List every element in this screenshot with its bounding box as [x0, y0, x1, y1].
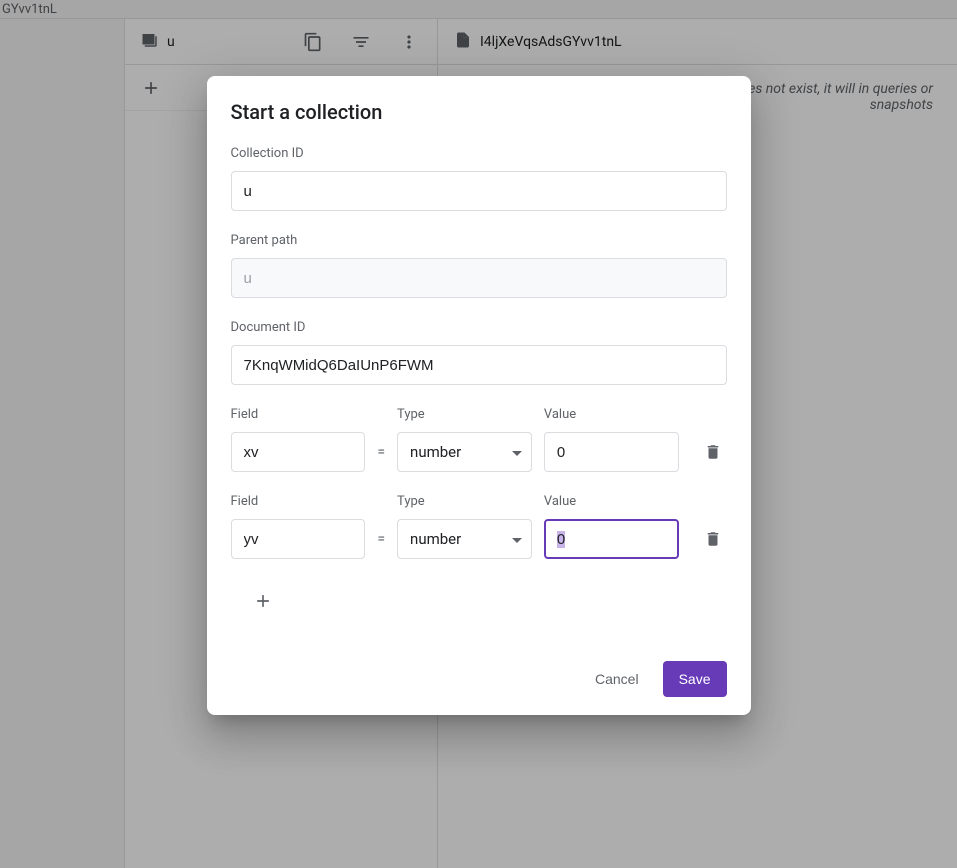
modal-overlay[interactable]: Start a collection Collection ID Parent …	[0, 0, 957, 868]
field-name-col: Field	[231, 407, 366, 472]
type-label: Type	[397, 494, 532, 509]
field-type-col: Type number	[397, 494, 532, 559]
field-row: Field = Type number Value	[231, 407, 727, 472]
trash-icon	[704, 443, 722, 461]
document-id-group: Document ID	[231, 320, 727, 385]
collection-id-label: Collection ID	[231, 146, 727, 161]
collection-id-input[interactable]	[231, 171, 727, 211]
parent-path-label: Parent path	[231, 233, 727, 248]
value-label: Value	[544, 407, 679, 422]
collection-id-group: Collection ID	[231, 146, 727, 211]
field-type-col: Type number	[397, 407, 532, 472]
field-label: Field	[231, 494, 366, 509]
equals-sign: =	[377, 432, 385, 472]
dialog-title: Start a collection	[231, 100, 727, 124]
start-collection-dialog: Start a collection Collection ID Parent …	[207, 76, 751, 715]
document-id-input[interactable]	[231, 345, 727, 385]
field-name-input[interactable]	[231, 432, 366, 472]
type-select[interactable]: number	[397, 519, 532, 559]
field-value-col: Value	[544, 494, 679, 559]
type-label: Type	[397, 407, 532, 422]
value-label: Value	[544, 494, 679, 509]
trash-icon	[704, 530, 722, 548]
document-id-label: Document ID	[231, 320, 727, 335]
field-name-col: Field	[231, 494, 366, 559]
field-row: Field = Type number Value	[231, 494, 727, 559]
value-input[interactable]	[544, 519, 679, 559]
save-button[interactable]: Save	[663, 661, 727, 697]
add-field-button[interactable]	[243, 581, 283, 621]
cancel-button[interactable]: Cancel	[579, 661, 655, 697]
field-label: Field	[231, 407, 366, 422]
delete-field-button[interactable]	[699, 432, 727, 472]
field-name-input[interactable]	[231, 519, 366, 559]
type-select[interactable]: number	[397, 432, 532, 472]
dialog-actions: Cancel Save	[231, 661, 727, 697]
plus-icon	[253, 591, 273, 611]
parent-path-input	[231, 258, 727, 298]
parent-path-group: Parent path	[231, 233, 727, 298]
field-value-col: Value	[544, 407, 679, 472]
value-input[interactable]	[544, 432, 679, 472]
equals-sign: =	[377, 519, 385, 559]
delete-field-button[interactable]	[699, 519, 727, 559]
